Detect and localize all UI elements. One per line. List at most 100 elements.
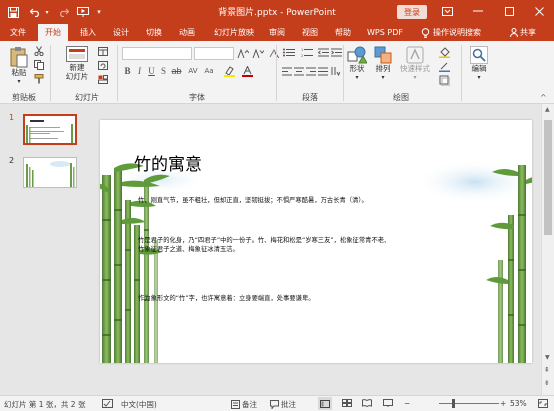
customize-quick-access-icon[interactable]: ▾ <box>94 4 104 20</box>
font-size-select[interactable] <box>194 47 234 60</box>
decrease-indent-icon[interactable] <box>317 47 329 58</box>
new-slide-icon <box>66 46 88 62</box>
slide-paragraph[interactable]: 竹是君子的化身，乃“四君子”中的一份子。竹、梅花和松是“岁寒三友”，松象征常青不… <box>138 236 390 245</box>
font-family-select[interactable] <box>122 47 192 60</box>
bullets-icon[interactable] <box>281 47 297 58</box>
editing-button[interactable]: 编辑 ▾ <box>467 46 491 82</box>
login-button[interactable]: 登录 <box>397 5 427 19</box>
slide-canvas[interactable]: 竹的寓意 竹，刚直气节，虽不粗壮，但却正直，坚韧挺拔；不惧严寒酷暑，万古长青（清… <box>100 120 532 363</box>
zoom-out-icon[interactable]: − <box>404 399 410 408</box>
slide-paragraph[interactable]: 竹，刚直气节，虽不粗壮，但却正直，坚韧挺拔；不惧严寒酷暑，万古长青（清）。 <box>138 196 368 205</box>
reading-view-icon[interactable] <box>362 399 372 407</box>
quick-styles-icon <box>406 46 424 64</box>
scrollbar-thumb[interactable] <box>544 120 552 235</box>
justify-icon[interactable] <box>317 65 328 77</box>
layout-icon[interactable] <box>97 46 109 57</box>
arrange-button[interactable]: 排列 ▾ <box>372 46 394 82</box>
slideshow-start-icon[interactable] <box>76 4 90 20</box>
tab-wps-pdf[interactable]: WPS PDF <box>364 24 406 41</box>
shadow-icon[interactable]: S <box>158 65 169 77</box>
tell-me-search[interactable]: 操作说明搜索 <box>421 24 481 41</box>
font-color-icon[interactable] <box>240 65 254 77</box>
previous-slide-icon[interactable]: ⇞ <box>544 366 550 374</box>
section-icon[interactable] <box>97 74 109 85</box>
slideshow-view-icon[interactable] <box>383 399 393 407</box>
paste-button[interactable]: 粘贴 ▾ <box>7 46 31 86</box>
editing-dropdown-icon[interactable]: ▾ <box>477 73 480 82</box>
tab-transitions[interactable]: 切换 <box>140 24 168 41</box>
tab-insert[interactable]: 插入 <box>74 24 102 41</box>
tab-file[interactable]: 文件 <box>4 24 32 41</box>
paste-dropdown-icon[interactable]: ▾ <box>17 77 20 86</box>
bold-icon[interactable]: B <box>122 65 133 77</box>
underline-icon[interactable]: U <box>146 65 157 77</box>
tab-view[interactable]: 视图 <box>296 24 324 41</box>
drawing-group-label: 绘图 <box>393 93 409 102</box>
change-case-icon[interactable]: Aa <box>202 65 216 77</box>
align-center-icon[interactable] <box>293 65 304 77</box>
cut-icon[interactable] <box>33 45 45 57</box>
undo-dropdown-icon[interactable]: ▾ <box>43 4 51 20</box>
tab-home[interactable]: 开始 <box>38 24 68 41</box>
increase-font-size-icon[interactable] <box>236 48 250 59</box>
undo-icon[interactable] <box>28 4 42 20</box>
spell-check-icon[interactable] <box>102 399 113 408</box>
slide-sorter-view-icon[interactable] <box>342 399 352 407</box>
shape-effects-icon[interactable] <box>437 74 451 86</box>
text-direction-icon[interactable] <box>329 65 341 77</box>
shapes-button[interactable]: 形状 ▾ <box>346 46 368 82</box>
scroll-down-icon[interactable]: ▼ <box>545 354 550 361</box>
maximize-icon[interactable] <box>494 0 524 22</box>
slide-thumbnail-1[interactable] <box>23 114 77 145</box>
vertical-scrollbar[interactable]: ▲ ▼ ⇞ ⇟ <box>541 104 554 395</box>
zoom-slider-thumb[interactable] <box>451 399 455 408</box>
tab-design[interactable]: 设计 <box>107 24 135 41</box>
comments-button[interactable]: 批注 <box>270 399 296 410</box>
zoom-level[interactable]: 53% <box>510 399 527 408</box>
quick-styles-dropdown-icon[interactable]: ▾ <box>413 73 416 82</box>
language-indicator[interactable]: 中文(中国) <box>121 399 157 410</box>
shapes-dropdown-icon[interactable]: ▾ <box>355 73 358 82</box>
slide-title[interactable]: 竹的寓意 <box>134 150 202 175</box>
increase-indent-icon[interactable] <box>330 47 342 58</box>
shape-fill-icon[interactable] <box>437 46 451 58</box>
slide-paragraph[interactable]: 竹象征君子之道、梅象征冰清玉洁。 <box>138 245 239 254</box>
arrange-dropdown-icon[interactable]: ▾ <box>381 73 384 82</box>
notes-button[interactable]: 备注 <box>231 399 257 410</box>
tab-animations[interactable]: 动画 <box>173 24 201 41</box>
decrease-font-size-icon[interactable] <box>251 48 265 59</box>
character-spacing-icon[interactable]: AV <box>186 65 200 77</box>
scroll-up-icon[interactable]: ▲ <box>545 106 550 113</box>
clear-formatting-icon[interactable] <box>268 48 280 59</box>
close-icon[interactable] <box>524 0 554 22</box>
shape-outline-icon[interactable] <box>437 60 451 72</box>
quick-styles-button[interactable]: 快速样式 ▾ <box>398 46 432 82</box>
share-button[interactable]: 共享 <box>510 24 536 41</box>
save-icon[interactable] <box>6 4 20 20</box>
zoom-slider-track[interactable] <box>439 403 499 404</box>
align-right-icon[interactable] <box>305 65 316 77</box>
normal-view-icon[interactable] <box>318 397 332 410</box>
copy-icon[interactable] <box>33 59 45 71</box>
redo-icon[interactable] <box>56 4 70 20</box>
align-left-icon[interactable] <box>281 65 292 77</box>
notes-label: 备注 <box>242 400 257 409</box>
italic-icon[interactable]: I <box>134 65 145 77</box>
fit-to-window-icon[interactable] <box>538 399 548 408</box>
tab-review[interactable]: 审阅 <box>263 24 291 41</box>
tab-slideshow[interactable]: 幻灯片放映 <box>207 24 261 41</box>
collapse-ribbon-icon[interactable]: ^ <box>540 93 547 102</box>
slide-paragraph[interactable]: 作为象形文的“竹”字，也许寓意着：立身要端直，处事要谦卑。 <box>138 294 315 303</box>
slide-thumbnail-2[interactable] <box>23 157 77 188</box>
reset-slide-icon[interactable] <box>97 60 109 71</box>
new-slide-button[interactable]: 新建 幻灯片 <box>60 46 94 81</box>
ribbon-display-options-icon[interactable] <box>432 0 462 22</box>
minimize-icon[interactable] <box>463 0 493 22</box>
tab-help[interactable]: 帮助 <box>329 24 357 41</box>
zoom-in-icon[interactable]: + <box>500 399 506 408</box>
numbering-icon[interactable]: 12 <box>299 47 315 58</box>
strikethrough-icon[interactable]: ab <box>170 65 183 77</box>
format-painter-icon[interactable] <box>33 73 45 85</box>
highlight-color-icon[interactable] <box>222 65 236 77</box>
next-slide-icon[interactable]: ⇟ <box>544 379 550 387</box>
